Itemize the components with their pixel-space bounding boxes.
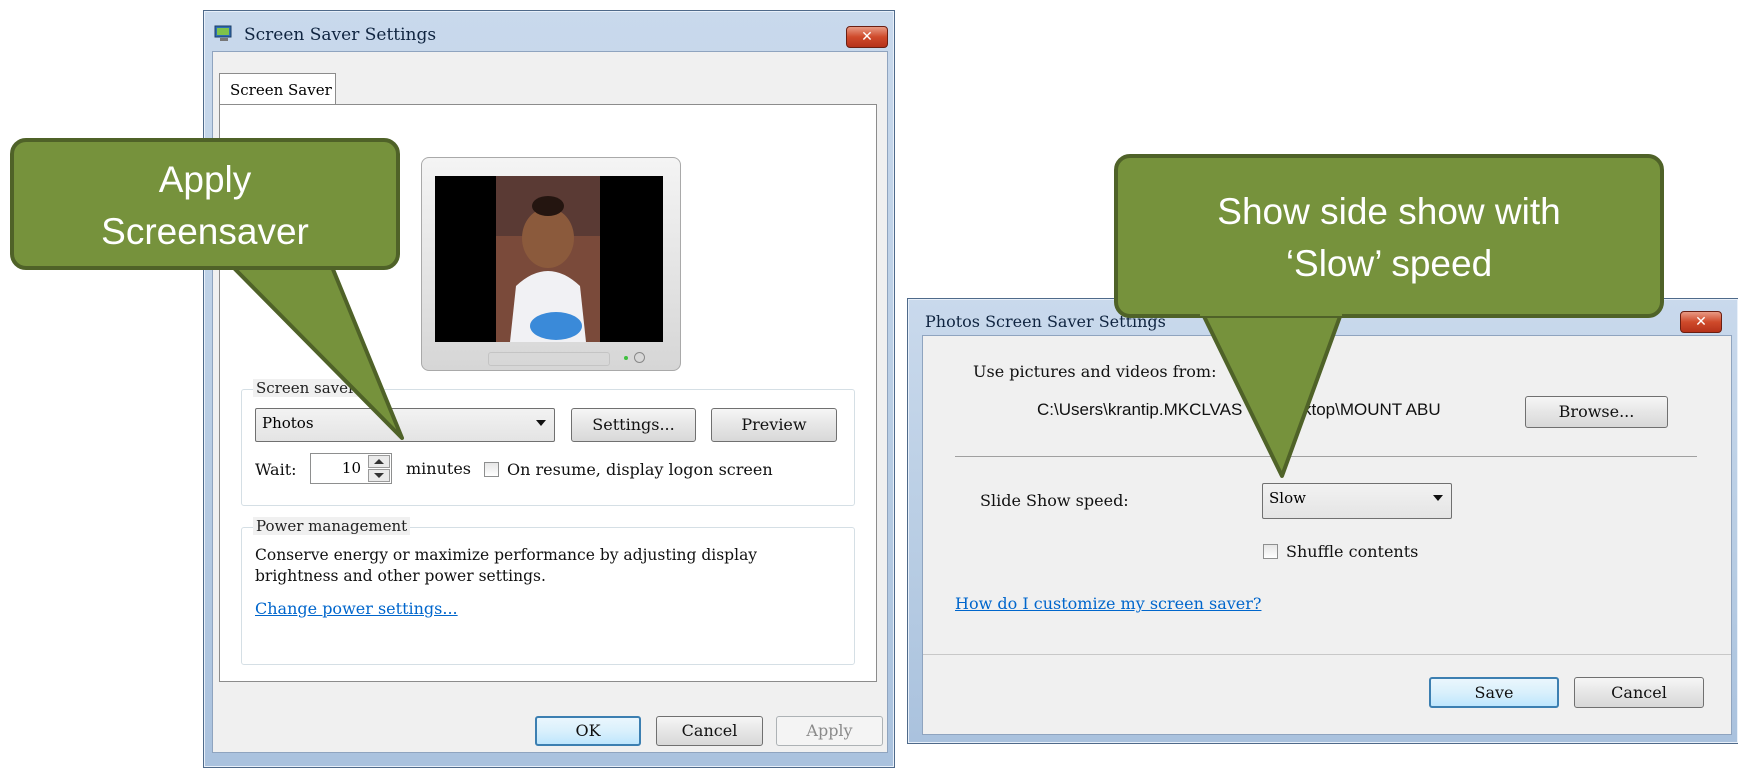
slow-speed-callout: Show side show with ‘Slow’ speed [1114, 154, 1664, 318]
right-callout-pointer [1194, 298, 1348, 478]
callout-right-line1: Show side show with [1217, 191, 1561, 232]
right-callout-pointer-joint [1200, 304, 1342, 316]
callout-right-line2: ‘Slow’ speed [1285, 243, 1493, 284]
